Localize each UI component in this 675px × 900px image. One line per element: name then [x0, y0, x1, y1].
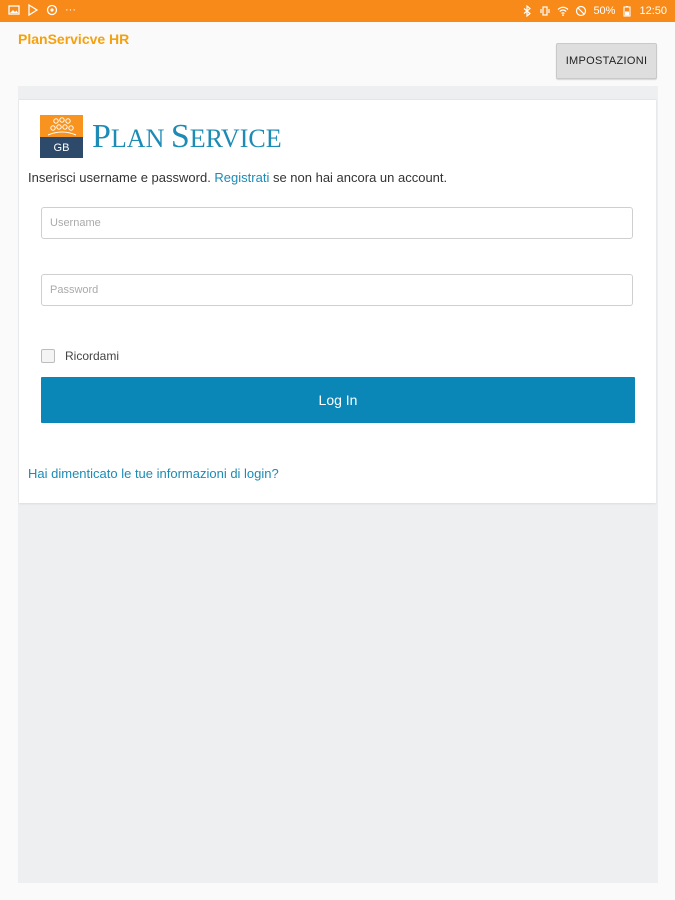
- app-icon: [46, 4, 58, 16]
- status-bar-right: 50% 12:50: [521, 4, 667, 18]
- status-bar: ··· 50% 12:50: [0, 0, 675, 22]
- logo-people-icon: [40, 115, 83, 137]
- logo-letter-s: S: [170, 118, 190, 155]
- logo-letters-lan: LAN: [110, 124, 171, 153]
- forgot-login-link[interactable]: Hai dimenticato le tue informazioni di l…: [28, 466, 279, 481]
- app-title: PlanServicve HR: [18, 31, 130, 47]
- more-icon: ···: [65, 4, 76, 16]
- intro-text-before: Inserisci username e password.: [28, 170, 215, 185]
- username-input[interactable]: [41, 207, 633, 239]
- logo-letter-p: P: [92, 118, 111, 155]
- logo-letters-ervice: ERVICE: [189, 124, 282, 153]
- password-input[interactable]: [41, 274, 633, 306]
- intro-text-after: se non hai ancora un account.: [269, 170, 448, 185]
- logo-badge: GB: [40, 137, 83, 158]
- battery-level: 50%: [593, 5, 616, 17]
- wifi-icon: [558, 6, 569, 17]
- remember-checkbox[interactable]: [41, 349, 55, 363]
- status-time: 12:50: [639, 5, 667, 17]
- remember-label: Ricordami: [65, 349, 120, 363]
- status-bar-left: ···: [8, 3, 76, 17]
- bluetooth-icon: [524, 5, 532, 17]
- logo-mark: GB: [40, 115, 83, 158]
- plan-service-logo: GB PLAN SERVICE: [40, 115, 290, 159]
- logo-wordmark: PLAN SERVICE: [92, 117, 282, 159]
- vibrate-icon: [540, 6, 551, 16]
- login-instructions: Inserisci username e password. Registrat…: [28, 170, 447, 185]
- register-link[interactable]: Registrati: [214, 170, 269, 185]
- image-icon: [8, 5, 20, 15]
- play-store-icon: [28, 4, 39, 16]
- settings-button[interactable]: IMPOSTAZIONI: [556, 43, 657, 79]
- battery-icon: [623, 6, 632, 17]
- alarm-icon: [576, 5, 587, 17]
- remember-me[interactable]: Ricordami: [41, 349, 119, 363]
- login-button[interactable]: Log In: [41, 377, 635, 423]
